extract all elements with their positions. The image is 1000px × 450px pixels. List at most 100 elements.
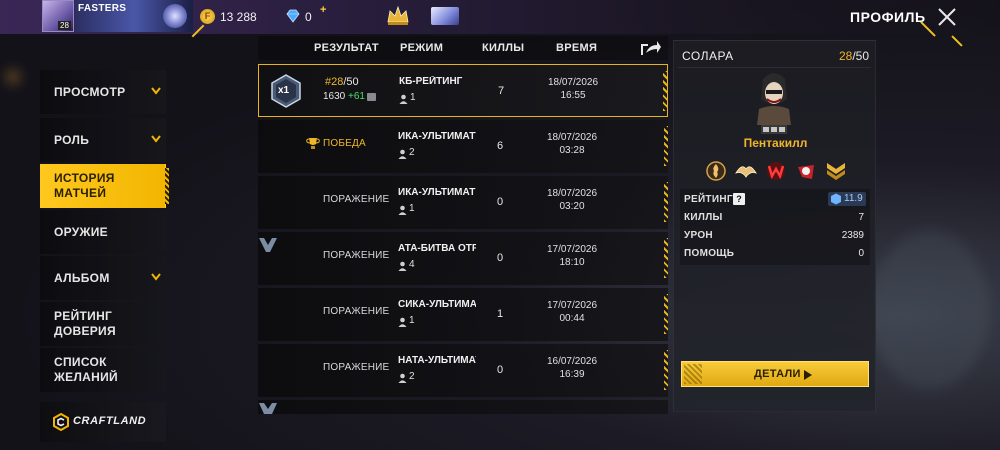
character-portrait[interactable] bbox=[751, 69, 797, 135]
match-date: 17/07/2026 bbox=[546, 244, 598, 255]
squad-size: 2 bbox=[409, 371, 415, 382]
avatar-level: 28 bbox=[58, 21, 71, 30]
chevron-down-icon bbox=[151, 273, 161, 281]
table-row[interactable]: ПОРАЖЕНИЕ НАТА-УЛЬТИМАТ 2 0 16/07/2026 1… bbox=[258, 344, 668, 397]
top-bar: 28 FASTERS F 13 288 0 + ПРОФИЛЬ bbox=[0, 0, 1000, 34]
score-value: 1630 bbox=[323, 91, 346, 102]
match-result: ПОРАЖЕНИЕ bbox=[323, 194, 390, 205]
stat-label-rating: РЕЙТИНГ bbox=[684, 194, 733, 205]
kills-count: 0 bbox=[496, 252, 504, 264]
match-time: 18:10 bbox=[559, 257, 585, 268]
banner-emblem-icon bbox=[163, 4, 187, 28]
sidebar-item-role[interactable]: РОЛЬ bbox=[40, 118, 166, 162]
character-name: Пентакилл bbox=[743, 136, 808, 150]
table-row[interactable]: x1 #28/50 1630 +61 КБ-РЕЙТИНГ 1 7 18/07/… bbox=[258, 64, 668, 117]
match-time: 00:44 bbox=[559, 313, 585, 324]
craftland-button[interactable]: CRAFTLAND bbox=[40, 402, 166, 442]
kills-count: 1 bbox=[496, 308, 504, 320]
craftland-label: CRAFTLAND bbox=[73, 415, 147, 427]
match-result: ПОРАЖЕНИЕ bbox=[323, 362, 390, 373]
match-date: 16/07/2026 bbox=[546, 356, 598, 367]
mode-logo-icon bbox=[259, 403, 277, 414]
column-header-kills: КИЛЛЫ bbox=[482, 42, 525, 54]
person-icon bbox=[399, 94, 408, 104]
badge-w-icon[interactable] bbox=[764, 159, 788, 183]
table-row-partial[interactable] bbox=[258, 400, 668, 414]
details-button[interactable]: ДЕТАЛИ bbox=[681, 361, 869, 387]
badge-wings-icon[interactable] bbox=[734, 159, 758, 183]
table-row[interactable]: ПОРАЖЕНИЕ СИКА-УЛЬТИМАТ 1 1 17/07/2026 0… bbox=[258, 288, 668, 341]
squad-size: 2 bbox=[409, 147, 415, 158]
sidebar-item-wishlist[interactable]: СПИСОК ЖЕЛАНИЙ bbox=[40, 348, 166, 392]
match-result: ПОРАЖЕНИЕ bbox=[323, 250, 390, 261]
squad-size: 1 bbox=[409, 203, 415, 214]
match-date: 18/07/2026 bbox=[546, 132, 598, 143]
table-row[interactable]: ПОРАЖЕНИЕ АТА-БИТВА ОТРЯ 4 0 17/07/2026 … bbox=[258, 232, 668, 285]
match-time: 03:20 bbox=[559, 201, 585, 212]
sidebar-item-label: РЕЙТИНГ ДОВЕРИЯ bbox=[54, 309, 116, 338]
sidebar-item-label: СПИСОК ЖЕЛАНИЙ bbox=[54, 355, 118, 384]
badge-skull-icon[interactable] bbox=[794, 159, 818, 183]
row-stripe bbox=[664, 238, 668, 278]
close-icon[interactable] bbox=[934, 4, 960, 30]
sidebar-item-label: ИСТОРИЯ МАТЧЕЙ bbox=[54, 171, 115, 200]
column-header-result: РЕЗУЛЬТАТ bbox=[314, 42, 379, 54]
squad-size: 4 bbox=[409, 259, 415, 270]
help-icon[interactable]: ? bbox=[733, 193, 745, 205]
person-icon bbox=[398, 205, 407, 215]
person-icon bbox=[398, 317, 407, 327]
squad-size: 1 bbox=[410, 92, 416, 103]
character-panel: СОЛАРА 28/50 Пентакилл РЕЙТИНГ ? 11.9 КИ… bbox=[673, 40, 876, 412]
sidebar-item-label: АЛЬБОМ bbox=[54, 271, 110, 285]
crown-icon[interactable] bbox=[385, 4, 411, 28]
sidebar-item-album[interactable]: АЛЬБОМ bbox=[40, 256, 166, 300]
add-diamonds-button[interactable]: + bbox=[320, 4, 326, 16]
ability-badges bbox=[700, 159, 860, 185]
sidebar-item-weapons[interactable]: ОРУЖИЕ bbox=[40, 210, 166, 254]
count-current: 28 bbox=[838, 49, 853, 63]
match-date: 18/07/2026 bbox=[546, 188, 598, 199]
mode-name: АТА-БИТВА ОТРЯ bbox=[398, 243, 476, 254]
stat-label-assists: ПОМОЩЬ bbox=[684, 248, 735, 259]
kills-count: 6 bbox=[496, 140, 504, 152]
table-header: РЕЗУЛЬТАТ РЕЖИМ КИЛЛЫ ВРЕМЯ bbox=[258, 36, 668, 60]
bg-car bbox=[870, 230, 990, 390]
match-time: 16:55 bbox=[560, 90, 586, 101]
score-text: 1630 +61 bbox=[323, 91, 365, 102]
panel-title: СОЛАРА bbox=[682, 49, 734, 63]
kills-count: 7 bbox=[497, 85, 505, 97]
player-name: FASTERS bbox=[78, 3, 127, 14]
row-stripe bbox=[663, 71, 667, 111]
rank-total: /50 bbox=[343, 76, 359, 88]
match-date: 17/07/2026 bbox=[546, 300, 598, 311]
sidebar-item-match-history[interactable]: ИСТОРИЯ МАТЧЕЙ bbox=[40, 164, 169, 208]
rating-hex-icon bbox=[831, 193, 841, 205]
row-stripe bbox=[664, 350, 668, 390]
match-time: 16:39 bbox=[559, 369, 585, 380]
diamond-balance: 0 bbox=[305, 10, 312, 24]
play-arrow-icon bbox=[804, 370, 812, 380]
person-icon bbox=[398, 373, 407, 383]
kills-count: 0 bbox=[496, 196, 504, 208]
row-stripe bbox=[664, 182, 668, 222]
match-time: 03:28 bbox=[559, 145, 585, 156]
trophy-icon bbox=[306, 138, 320, 149]
table-row[interactable]: ПОРАЖЕНИЕ ИКА-УЛЬТИМАТ 1 0 18/07/2026 03… bbox=[258, 176, 668, 229]
row-stripe bbox=[664, 294, 668, 334]
match-result: ПОРАЖЕНИЕ bbox=[323, 306, 390, 317]
badge-chevron-icon[interactable] bbox=[824, 159, 848, 183]
table-row[interactable]: ПОБЕДА ИКА-УЛЬТИМАТУ 2 6 18/07/2026 03:2… bbox=[258, 120, 668, 173]
sidebar-item-view[interactable]: ПРОСМОТР bbox=[40, 70, 166, 114]
sidebar-item-trust-rating[interactable]: РЕЙТИНГ ДОВЕРИЯ bbox=[40, 302, 166, 346]
mode-name: ИКА-УЛЬТИМАТ bbox=[398, 187, 476, 198]
count-total: /50 bbox=[852, 49, 869, 63]
card-icon[interactable] bbox=[431, 7, 459, 25]
badge-fire-icon[interactable] bbox=[704, 159, 728, 183]
player-banner[interactable]: FASTERS bbox=[75, 0, 193, 32]
share-icon[interactable] bbox=[640, 39, 662, 57]
column-header-time: ВРЕМЯ bbox=[556, 42, 598, 54]
sidebar-item-label: ПРОСМОТР bbox=[54, 85, 126, 99]
rank-points-icon bbox=[367, 93, 376, 101]
rank-text: #28/50 bbox=[325, 76, 359, 88]
person-icon bbox=[398, 149, 407, 159]
